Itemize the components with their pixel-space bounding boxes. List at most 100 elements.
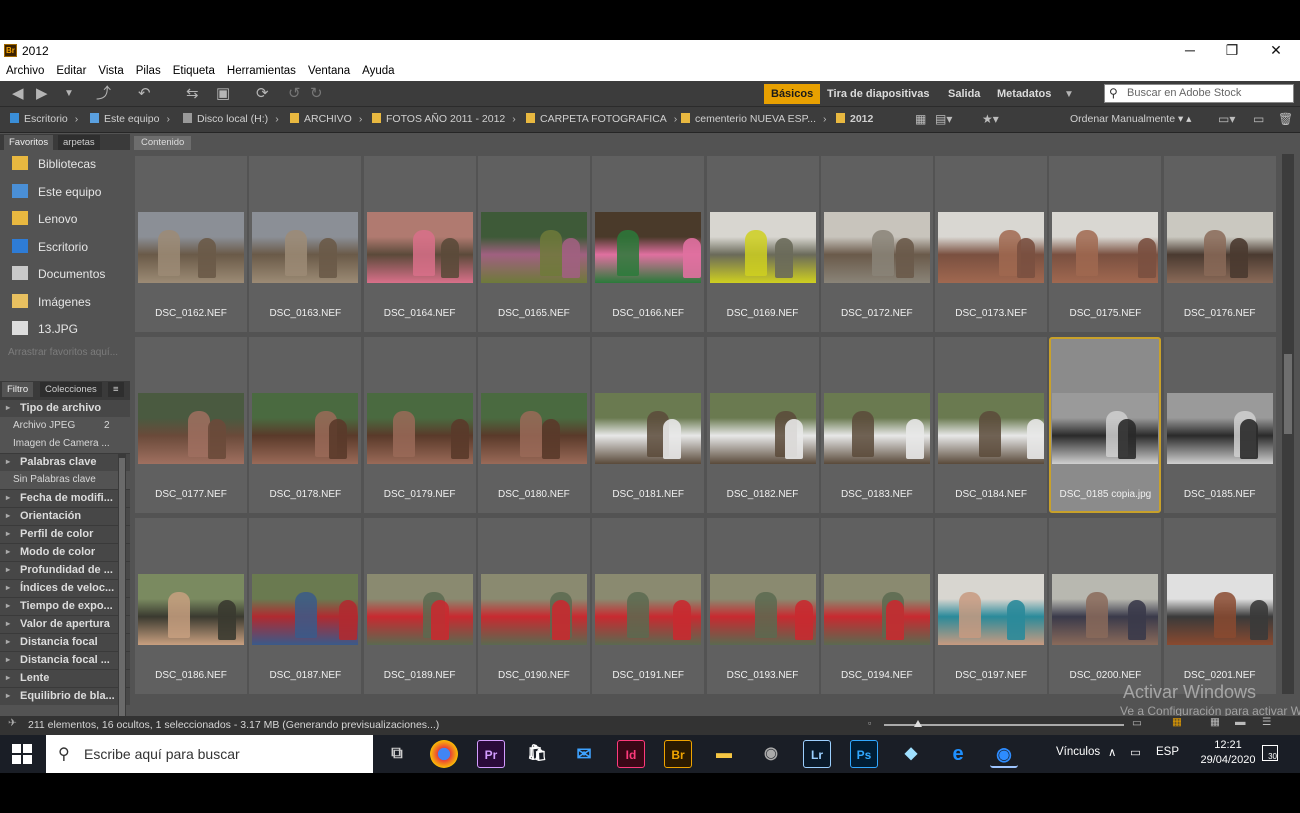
crumb-fotos[interactable]: FOTOS AÑO 2011 - 2012 › [372,113,516,125]
thumbnail-cell[interactable]: DSC_0185.NEF [1163,337,1276,513]
fav-escritorio[interactable]: Escritorio [0,233,130,261]
get-photos-icon[interactable]: ⇆ [186,85,199,103]
crumb-escritorio[interactable]: Escritorio › [10,113,78,125]
edge-icon[interactable]: e [944,740,972,768]
task-view-icon[interactable]: ⧉ [383,740,411,768]
undo-icon[interactable]: ↺ [288,85,301,103]
thumbnail-cell[interactable]: DSC_0194.NEF [820,518,933,694]
fav-este-equipo[interactable]: Este equipo [0,178,130,206]
crumb-cementerio[interactable]: cementerio NUEVA ESP... › [681,113,827,125]
go-parent-icon[interactable]: ⤴ [96,85,111,103]
filter-category[interactable]: ▸ Profundidad de ... [0,560,130,579]
fav-bibliotecas[interactable]: Bibliotecas [0,150,130,178]
premiere-icon[interactable]: Pr [477,740,505,768]
menu-herramientas[interactable]: Herramientas [227,62,296,81]
view-options-icon[interactable]: ▤▾ [935,112,952,126]
redo-icon[interactable]: ↻ [310,85,323,103]
filter-item[interactable]: Sin Palabras clave [0,471,130,489]
thumbnail-cell[interactable]: DSC_0175.NEF [1049,156,1162,332]
taskbar-search[interactable]: ⚲ Escribe aquí para buscar [46,735,373,773]
tray-chevron-icon[interactable]: ∧ [1108,745,1116,759]
language-indicator[interactable]: ESP [1156,746,1179,758]
chrome-icon[interactable] [430,740,458,768]
lightroom-icon[interactable]: Lr [803,740,831,768]
thumbnail-cell[interactable]: DSC_0182.NEF [706,337,819,513]
content-scrollbar[interactable] [1282,154,1294,694]
filter-category[interactable]: ▸ Tiempo de expo... [0,596,130,615]
list-view-icon[interactable]: ▬ [1235,716,1246,728]
recent-icon[interactable]: ↶ [138,85,151,103]
menu-archivo[interactable]: Archivo [6,62,44,81]
thumbnail-cell[interactable]: DSC_0197.NEF [935,518,1048,694]
tab-favoritos[interactable]: Favoritos [4,135,54,150]
filter-item[interactable]: Archivo JPEG 2 [0,417,130,435]
crumb-disco-local[interactable]: Disco local (H:) › [183,113,279,125]
details-view-icon[interactable]: ▦ [1210,716,1220,728]
thumbnail-cell[interactable]: DSC_0186.NEF [135,518,247,694]
close-button[interactable]: ✕ [1253,40,1299,62]
file-explorer-icon[interactable]: ▬ [710,740,738,768]
crumb-carpeta[interactable]: CARPETA FOTOGRAFICA › [526,113,677,125]
zoom-out-icon[interactable]: ▫ [868,718,871,728]
fav-lenovo[interactable]: Lenovo [0,205,130,233]
thumbnail-cell[interactable]: DSC_0183.NEF [820,337,933,513]
thumbnail-cell[interactable]: DSC_0180.NEF [477,337,590,513]
thumbnail-cell[interactable]: DSC_0200.NEF [1049,518,1162,694]
thumbnail-cell[interactable]: DSC_0189.NEF [363,518,476,694]
filter-category[interactable]: ▸ Orientación [0,506,130,525]
pin-icon[interactable]: ✈ [8,717,17,729]
filter-scrollbar[interactable] [118,454,126,744]
obs-icon[interactable]: ◉ [757,740,785,768]
open-recent-icon[interactable]: ▭▾ [1218,112,1235,126]
battery-icon[interactable]: ▭ [1130,745,1141,759]
photoshop-icon[interactable]: Ps [850,740,878,768]
history-dropdown-icon[interactable]: ▼ [64,85,74,103]
thumbnail-size-slider[interactable] [884,720,1124,727]
thumbnail-cell[interactable]: DSC_0165.NEF [477,156,590,332]
thumbnail-cell[interactable]: DSC_0176.NEF [1163,156,1276,332]
thumbnail-cell[interactable]: DSC_0187.NEF [249,518,362,694]
menu-pilas[interactable]: Pilas [136,62,161,81]
tab-filtro[interactable]: Filtro [2,381,34,397]
clock[interactable]: 12:21 29/04/2020 [1198,738,1258,768]
thumbnail-cell[interactable]: DSC_0173.NEF [935,156,1048,332]
new-folder-icon[interactable]: ▭ [1253,112,1264,126]
menu-ayuda[interactable]: Ayuda [362,62,394,81]
filter-category[interactable]: ▸ Valor de apertura [0,614,130,633]
thumbnail-cell[interactable]: DSC_0181.NEF [592,337,705,513]
thumbnail-cell[interactable]: DSC_0177.NEF [135,337,247,513]
thumbnail-cell[interactable]: DSC_0179.NEF [363,337,476,513]
trash-icon[interactable]: 🗑 [1278,112,1293,126]
filter-category[interactable]: ▸ Tipo de archivo [0,398,130,417]
workspace-menu-icon[interactable]: ▼ [1064,86,1074,104]
notifications-icon[interactable]: 30 [1262,745,1278,761]
thumbnail-cell[interactable]: DSC_0185 copia.jpg [1049,337,1162,513]
tab-colecciones[interactable]: Colecciones [40,381,102,397]
menu-etiqueta[interactable]: Etiqueta [173,62,215,81]
mail-icon[interactable]: ✉ [570,740,598,768]
back-arrow-icon[interactable]: ◀ [12,85,24,103]
thumbnail-cell[interactable]: DSC_0172.NEF [820,156,933,332]
sort-dropdown[interactable]: Ordenar Manualmente ▾ ▴ [1070,113,1191,125]
store-icon[interactable]: 🛍 [523,740,551,768]
thumbnail-cell[interactable]: DSC_0164.NEF [363,156,476,332]
compact-view-icon[interactable]: ☰ [1262,716,1271,728]
maximize-button[interactable]: ❐ [1209,40,1255,62]
quality-icon[interactable]: ▦ [915,112,926,126]
workspace-salida[interactable]: Salida [941,84,987,104]
thumbnail-cell[interactable]: DSC_0178.NEF [249,337,362,513]
menu-ventana[interactable]: Ventana [308,62,350,81]
thumbnail-cell[interactable]: DSC_0166.NEF [592,156,705,332]
menu-vista[interactable]: Vista [98,62,123,81]
minimize-button[interactable]: ─ [1167,40,1213,62]
menu-editar[interactable]: Editar [56,62,86,81]
filter-category[interactable]: ▸ Lente [0,668,130,687]
indesign-icon[interactable]: Id [617,740,645,768]
filter-category[interactable]: ▸ Equilibrio de bla... [0,686,130,705]
panel-menu-icon[interactable]: ≡ [108,381,124,397]
refine-icon[interactable]: ▣ [216,85,230,103]
thumbnail-cell[interactable]: DSC_0201.NEF [1163,518,1276,694]
thumbnail-cell[interactable]: DSC_0162.NEF [135,156,247,332]
thumbnail-cell[interactable]: DSC_0191.NEF [592,518,705,694]
filter-category[interactable]: ▸ Perfil de color [0,524,130,543]
